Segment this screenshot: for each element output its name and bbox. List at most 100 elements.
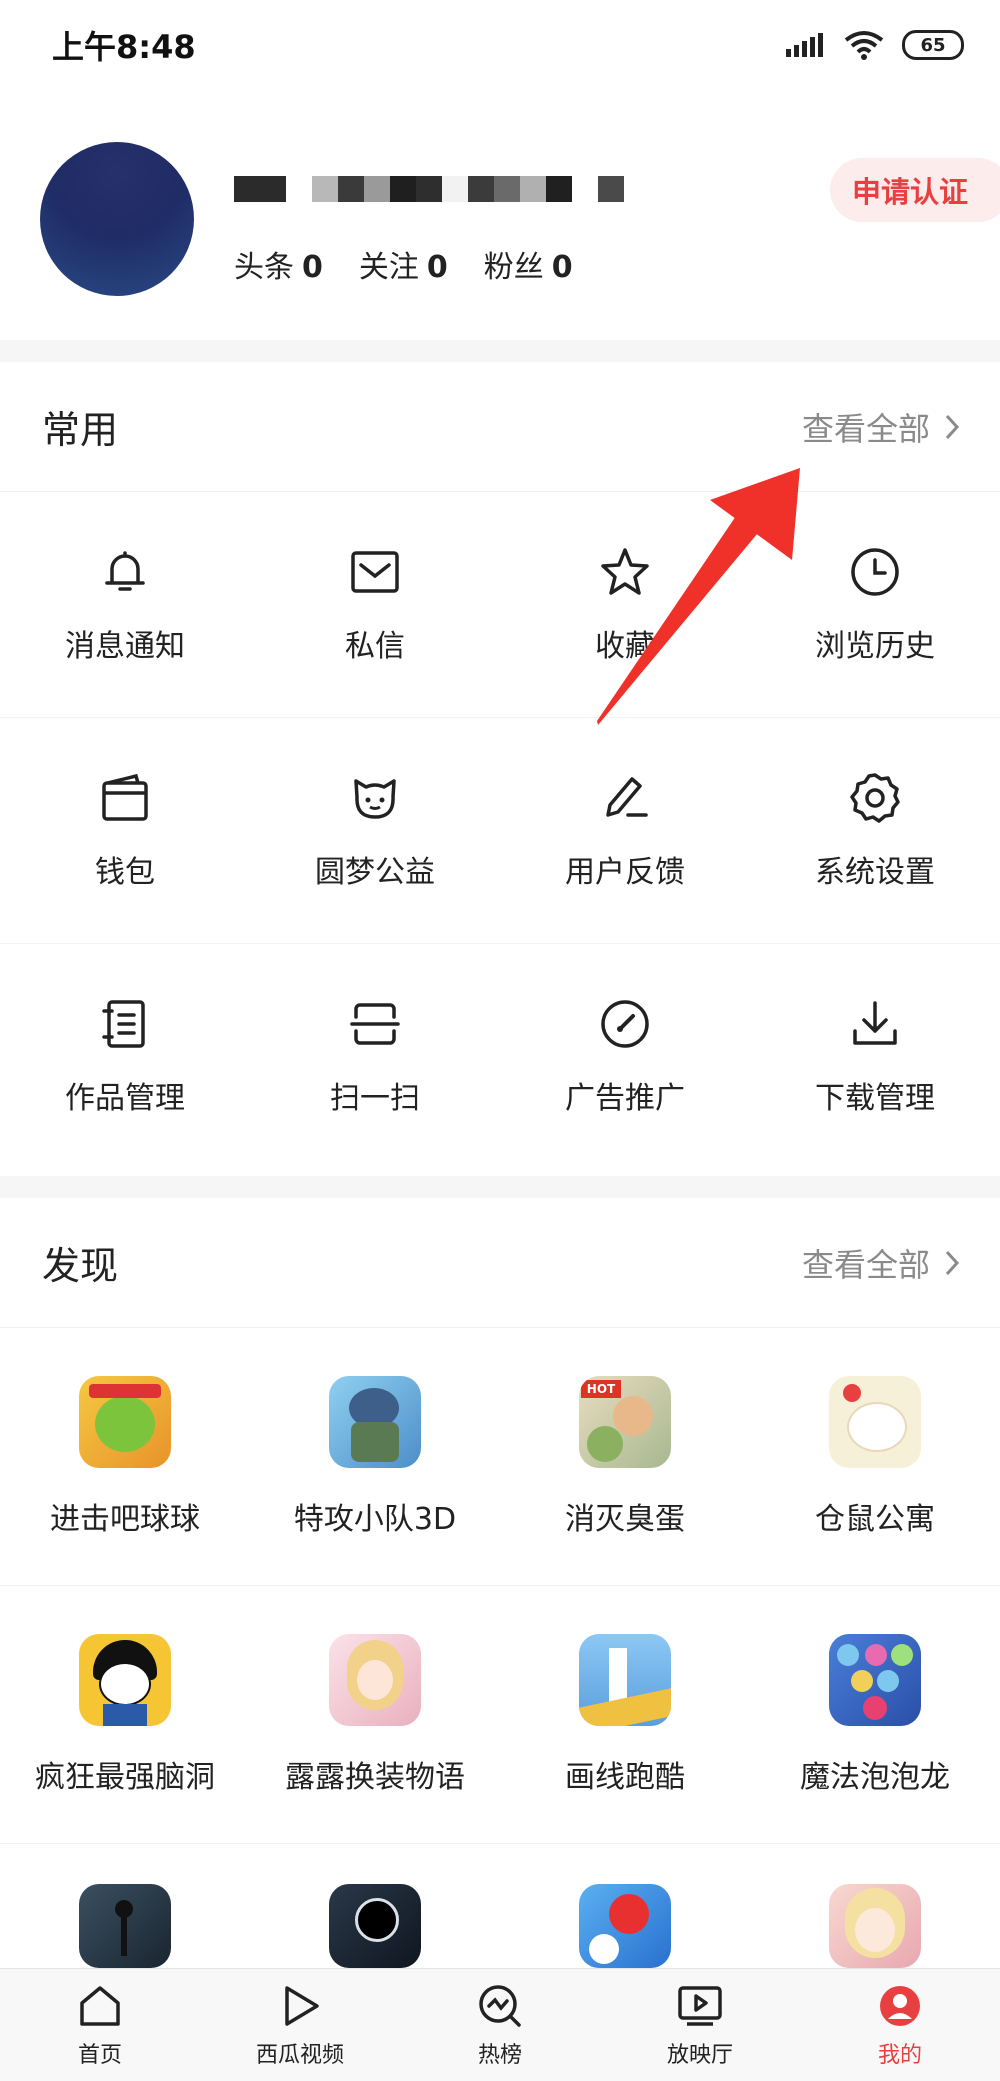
item-downloads[interactable]: 下载管理	[750, 944, 1000, 1170]
tab-label: 放映厅	[666, 2043, 733, 2068]
item-label: 私信	[345, 628, 405, 664]
common-section-header: 常用 查看全部	[0, 362, 1000, 492]
stat-followers[interactable]: 粉丝 0	[484, 242, 573, 286]
item-works[interactable]: 作品管理	[0, 944, 250, 1170]
item-label: 广告推广	[565, 1081, 685, 1116]
wallet-icon	[102, 773, 148, 821]
game-label: 画线跑酷	[565, 1759, 685, 1795]
star-icon	[601, 547, 649, 595]
game-icon	[579, 1884, 671, 1968]
see-all-link[interactable]: 查看全部	[802, 1240, 960, 1286]
tab-label: 我的	[877, 2043, 922, 2068]
item-charity[interactable]: 圆梦公益	[250, 718, 500, 943]
tab-profile[interactable]: 我的	[800, 1969, 1000, 2081]
item-label: 扫一扫	[330, 1081, 420, 1116]
gear-icon	[850, 772, 900, 823]
item-ads[interactable]: 广告推广	[500, 944, 750, 1170]
section-title: 常用	[42, 408, 119, 452]
tab-label: 西瓜视频	[255, 2043, 344, 2068]
game-icon	[829, 1375, 921, 1468]
game-item[interactable]: 疯狂最强脑洞	[0, 1586, 250, 1843]
game-label: 特攻小队3D	[293, 1501, 457, 1537]
game-item[interactable]	[250, 1844, 500, 1968]
item-label: 钱包	[95, 854, 155, 890]
game-item[interactable]: 魔法泡泡龙	[750, 1586, 1000, 1843]
game-item[interactable]	[0, 1844, 250, 1968]
discover-row-2: 疯狂最强脑洞 露露换装物语 画线跑酷 魔法泡泡龙	[0, 1586, 1000, 1844]
item-label: 圆梦公益	[315, 854, 435, 890]
stat-label: 关注	[358, 250, 419, 285]
game-item[interactable]: 特攻小队3D	[250, 1328, 500, 1585]
item-wallet[interactable]: 钱包	[0, 718, 250, 943]
common-row-3: 作品管理 扫一扫 广告推广 下载管理	[0, 944, 1000, 1170]
profile-icon	[880, 1986, 920, 2026]
battery-indicator: 65	[902, 30, 964, 60]
charity-icon	[354, 778, 396, 819]
game-label: 疯狂最强脑洞	[35, 1759, 215, 1795]
stat-value: 0	[426, 250, 448, 285]
download-icon	[853, 1001, 897, 1045]
item-label: 系统设置	[815, 854, 935, 890]
feedback-icon	[606, 776, 648, 817]
section-title: 发现	[42, 1244, 119, 1288]
item-notifications[interactable]: 消息通知	[0, 492, 250, 717]
common-row-2: 钱包 圆梦公益 用户反馈 系统设置	[0, 718, 1000, 944]
username-redacted[interactable]	[234, 176, 624, 202]
item-label: 消息通知	[65, 628, 185, 664]
item-settings[interactable]: 系统设置	[750, 718, 1000, 943]
trending-icon	[479, 1985, 521, 2027]
apply-verification-button[interactable]: 申请认证	[830, 158, 1000, 222]
see-all-link[interactable]: 查看全部	[802, 404, 960, 450]
game-icon: HOT	[579, 1375, 671, 1468]
status-bar: 上午8:48 65	[0, 0, 1000, 90]
notebook-icon	[102, 1000, 145, 1048]
profile-stats: 头条 0 关注 0 粉丝 0	[234, 242, 573, 286]
item-history[interactable]: 浏览历史	[750, 492, 1000, 717]
theater-icon	[678, 1986, 722, 2026]
item-messages[interactable]: 私信	[250, 492, 500, 717]
game-item[interactable]: HOT 消灭臭蛋	[500, 1328, 750, 1585]
item-label: 收藏	[595, 628, 655, 664]
chevron-right-icon	[945, 414, 960, 439]
stat-label: 粉丝	[483, 250, 544, 285]
stat-following[interactable]: 关注 0	[359, 242, 448, 286]
chevron-right-icon	[945, 1250, 960, 1275]
tab-theater[interactable]: 放映厅	[600, 1969, 800, 2081]
game-item[interactable]	[500, 1844, 750, 1968]
discover-section-header: 发现 查看全部	[0, 1198, 1000, 1328]
gauge-icon	[601, 1000, 649, 1048]
game-item[interactable]: 画线跑酷	[500, 1586, 750, 1843]
game-icon	[79, 1375, 171, 1468]
avatar[interactable]	[40, 142, 194, 296]
game-item[interactable]	[750, 1844, 1000, 1968]
status-time: 上午8:48	[52, 28, 196, 66]
item-feedback[interactable]: 用户反馈	[500, 718, 750, 943]
tab-xigua-video[interactable]: 西瓜视频	[200, 1969, 400, 2081]
bottom-tab-bar: 首页 西瓜视频 热榜 放映厅 我的	[0, 1968, 1000, 2081]
game-item[interactable]: 仓鼠公寓	[750, 1328, 1000, 1585]
wifi-icon	[844, 31, 884, 60]
game-icon	[79, 1633, 171, 1726]
item-label: 用户反馈	[565, 854, 685, 890]
game-item[interactable]: 进击吧球球	[0, 1328, 250, 1585]
clock-icon	[851, 547, 899, 596]
tab-trending[interactable]: 热榜	[400, 1969, 600, 2081]
item-label: 作品管理	[65, 1081, 185, 1116]
scan-icon	[350, 1003, 400, 1045]
game-icon	[579, 1633, 671, 1726]
item-scan[interactable]: 扫一扫	[250, 944, 500, 1170]
status-icons: 65	[786, 30, 964, 60]
section-divider	[0, 340, 1000, 362]
item-label: 下载管理	[815, 1081, 935, 1116]
tab-label: 首页	[77, 2043, 122, 2068]
stat-label: 头条	[234, 250, 294, 285]
discover-row-1: 进击吧球球 特攻小队3D HOT 消灭臭蛋 仓鼠公寓	[0, 1328, 1000, 1586]
item-favorites[interactable]: 收藏	[500, 492, 750, 717]
stat-posts[interactable]: 头条 0	[234, 242, 323, 286]
tab-home[interactable]: 首页	[0, 1969, 200, 2081]
profile-header: 头条 0 关注 0 粉丝 0 申请认证	[0, 90, 1000, 340]
game-item[interactable]: 露露换装物语	[250, 1586, 500, 1843]
see-all-label: 查看全部	[801, 1245, 930, 1284]
signal-icon	[786, 33, 823, 57]
battery-level: 65	[920, 34, 946, 56]
